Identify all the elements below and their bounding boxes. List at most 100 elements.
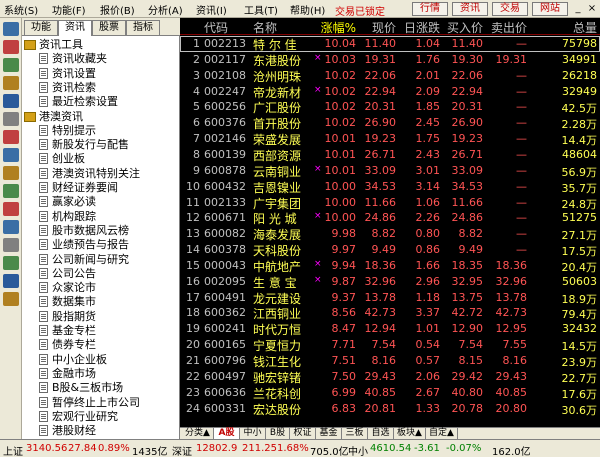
- report-icon[interactable]: [3, 94, 19, 108]
- alert-icon[interactable]: [3, 202, 19, 216]
- table-row[interactable]: 7 002146 荣盛发展 10.01 19.23 1.75 19.23 — 14.4万: [180, 131, 600, 147]
- table-row[interactable]: 2 002117 东港股份 × 10.03 19.31 1.76 19.30 19.31 3499…: [180, 52, 600, 68]
- tab-function[interactable]: 功能: [24, 20, 58, 35]
- table-icon[interactable]: [3, 238, 19, 252]
- total-volume: 42.5万: [561, 102, 598, 116]
- header-code[interactable]: 代码: [204, 19, 228, 36]
- change-pct: 9.37: [331, 290, 357, 304]
- ask-price: —: [516, 163, 527, 177]
- table-row[interactable]: 12 600671 阳 光 城 × 10.00 24.86 2.26 24.86—51275: [180, 210, 600, 226]
- table-row[interactable]: 18 600362 江西铜业 8.56 42.73 3.37 42.72 42.73 79.4万: [180, 305, 600, 321]
- row-index: 15: [186, 258, 200, 272]
- table-row[interactable]: 8 600139 西部资源 10.01 26.71 2.43 26.71 — 48604: [180, 147, 600, 163]
- table-row[interactable]: 6 600376 首开股份 10.02 26.90 2.45 26.90 — 2.28万: [180, 115, 600, 131]
- table-row[interactable]: 3 002108 沧州明珠 10.02 22.06 2.01 22.06 — 26218: [180, 68, 600, 84]
- table-row[interactable]: 5 600256 广汇股份 10.02 20.31 1.85 20.31 — 42.5万: [180, 99, 600, 115]
- stock-name: 海泰发展: [253, 228, 302, 243]
- header-ask[interactable]: 卖出价: [483, 19, 527, 36]
- document-icon: [39, 310, 48, 322]
- tools-icon[interactable]: [3, 256, 19, 270]
- minimize-icon[interactable]: _: [572, 3, 584, 15]
- menu-quote[interactable]: 报价(B): [100, 2, 135, 17]
- menu-function[interactable]: 功能(F): [52, 2, 86, 17]
- table-row[interactable]: 4 002247 帝龙新材 × 10.02 22.94 2.09 22.94—32949: [180, 84, 600, 100]
- row-index: 4: [193, 84, 200, 98]
- table-row[interactable]: 20 600165 宁夏恒力 7.71 7.54 0.54 7.54 7.55 14.5万: [180, 337, 600, 353]
- total-volume: 20.4万: [561, 260, 598, 274]
- table-row[interactable]: 14 600378 天科股份 9.97 9.49 0.86 9.49 — 17.5万: [180, 242, 600, 258]
- table-row[interactable]: 16 002095 生 意 宝 × 9.87 32.96 2.96 32.95 32.96 506…: [180, 274, 600, 290]
- menu-help[interactable]: 帮助(H): [290, 2, 325, 17]
- exit-icon[interactable]: [3, 220, 19, 234]
- tree-item[interactable]: 港股财经: [22, 423, 180, 439]
- calendar-icon[interactable]: [3, 184, 19, 198]
- info-button[interactable]: 资讯: [452, 2, 488, 16]
- website-button[interactable]: 网站: [532, 2, 568, 16]
- panel-tabs: 功能 资讯 股票 指标: [22, 18, 180, 36]
- menu-analysis[interactable]: 分析(A): [148, 2, 183, 17]
- stock-code: 600878: [204, 163, 246, 177]
- total-volume: 17.5万: [561, 245, 598, 259]
- document-icon: [39, 124, 48, 136]
- table-row[interactable]: 1 002213 特 尔 佳 10.04 11.40 1.04 11.40 — 75798: [180, 36, 600, 52]
- people-icon[interactable]: [3, 148, 19, 162]
- last-price: 33.09: [364, 163, 397, 177]
- bid-price: 34.53: [451, 179, 484, 193]
- last-price: 11.66: [364, 195, 397, 209]
- total-volume: 35.7万: [561, 181, 598, 195]
- stock-name: 龙元建设: [253, 291, 302, 306]
- table-row[interactable]: 19 600241 时代万恒 8.47 12.94 1.01 12.90 12.95 32432: [180, 321, 600, 337]
- day-change: 0.57: [415, 354, 441, 367]
- table-row[interactable]: 13 600082 海泰发展 9.98 8.82 0.80 8.82 — 27.1万: [180, 226, 600, 242]
- tab-info[interactable]: 资讯: [58, 20, 92, 36]
- header-day-change[interactable]: 日涨跌: [396, 19, 440, 36]
- bid-price: 18.35: [451, 258, 484, 272]
- header-volume[interactable]: 总量: [527, 19, 597, 36]
- header-name[interactable]: 名称: [253, 19, 277, 36]
- menu-info[interactable]: 资讯(I): [196, 2, 227, 17]
- tab-indicator[interactable]: 指标: [126, 20, 160, 35]
- kline-icon[interactable]: [3, 58, 19, 72]
- document-icon: [39, 367, 48, 379]
- bid-price: 8.15: [458, 354, 484, 367]
- table-row[interactable]: 23 600636 兰花科创 6.99 40.85 2.67 40.80 40.85 17.6万: [180, 385, 600, 401]
- header-price[interactable]: 现价: [356, 19, 396, 36]
- table-row[interactable]: 17 600491 龙元建设 9.37 13.78 1.18 13.75 13.78 18.9万: [180, 290, 600, 306]
- stock-name: 西部资源: [253, 148, 302, 163]
- menu-tools[interactable]: 工具(T): [244, 2, 278, 17]
- info-icon[interactable]: [3, 130, 19, 144]
- quote-button[interactable]: 行情: [412, 2, 448, 16]
- row-index: 22: [186, 369, 200, 383]
- list-icon[interactable]: [3, 112, 19, 126]
- last-price: 9.49: [371, 243, 397, 257]
- bid-price: 29.42: [451, 369, 484, 383]
- tab-stock[interactable]: 股票: [92, 20, 126, 35]
- trade-button[interactable]: 交易: [492, 2, 528, 16]
- table-row[interactable]: 21 600796 钱江生化 7.51 8.16 0.57 8.15 8.16 23.9万: [180, 353, 600, 369]
- ask-price: 32.96: [495, 274, 528, 288]
- bid-price: 20.78: [451, 401, 484, 415]
- total-volume: 75798: [562, 37, 597, 50]
- stock-code: 600362: [204, 306, 246, 320]
- quote-table: 代码 名称 涨幅% 现价 日涨跌 买入价 卖出价 总量 1 002213 特 尔 佳…: [180, 18, 600, 427]
- total-volume: 24.8万: [561, 197, 598, 211]
- close-icon[interactable]: ×: [586, 3, 598, 15]
- chart-icon[interactable]: [3, 40, 19, 54]
- settings-icon[interactable]: [3, 292, 19, 306]
- filter-icon[interactable]: [3, 274, 19, 288]
- table-row[interactable]: 24 600331 宏达股份 6.83 20.81 1.33 20.78 20.80 30.6万: [180, 401, 600, 417]
- header-change-pct[interactable]: 涨幅%: [314, 19, 356, 36]
- grid-icon[interactable]: [3, 22, 19, 36]
- table-row[interactable]: 15 000043 中航地产 × 9.94 18.36 1.66 18.35 18.36 20.4…: [180, 258, 600, 274]
- globe-icon[interactable]: [3, 166, 19, 180]
- bid-price: 40.80: [451, 385, 484, 399]
- table-row[interactable]: 22 600497 驰宏锌锗 7.50 29.43 2.06 29.42 29.43 22.7万: [180, 369, 600, 385]
- row-index: 24: [186, 401, 200, 415]
- table-row[interactable]: 10 600432 吉恩镍业 10.00 34.53 3.14 34.53 — 35.7万: [180, 179, 600, 195]
- menu-system[interactable]: 系统(S): [4, 2, 38, 17]
- header-bid[interactable]: 买入价: [440, 19, 483, 36]
- table-row[interactable]: 9 600878 云南铜业 × 10.01 33.09 3.01 33.09—56.9万: [180, 163, 600, 179]
- last-price: 20.81: [364, 401, 397, 415]
- news-icon[interactable]: [3, 76, 19, 90]
- table-row[interactable]: 11 002133 广宇集团 10.00 11.66 1.06 11.66 — 24.8万: [180, 195, 600, 211]
